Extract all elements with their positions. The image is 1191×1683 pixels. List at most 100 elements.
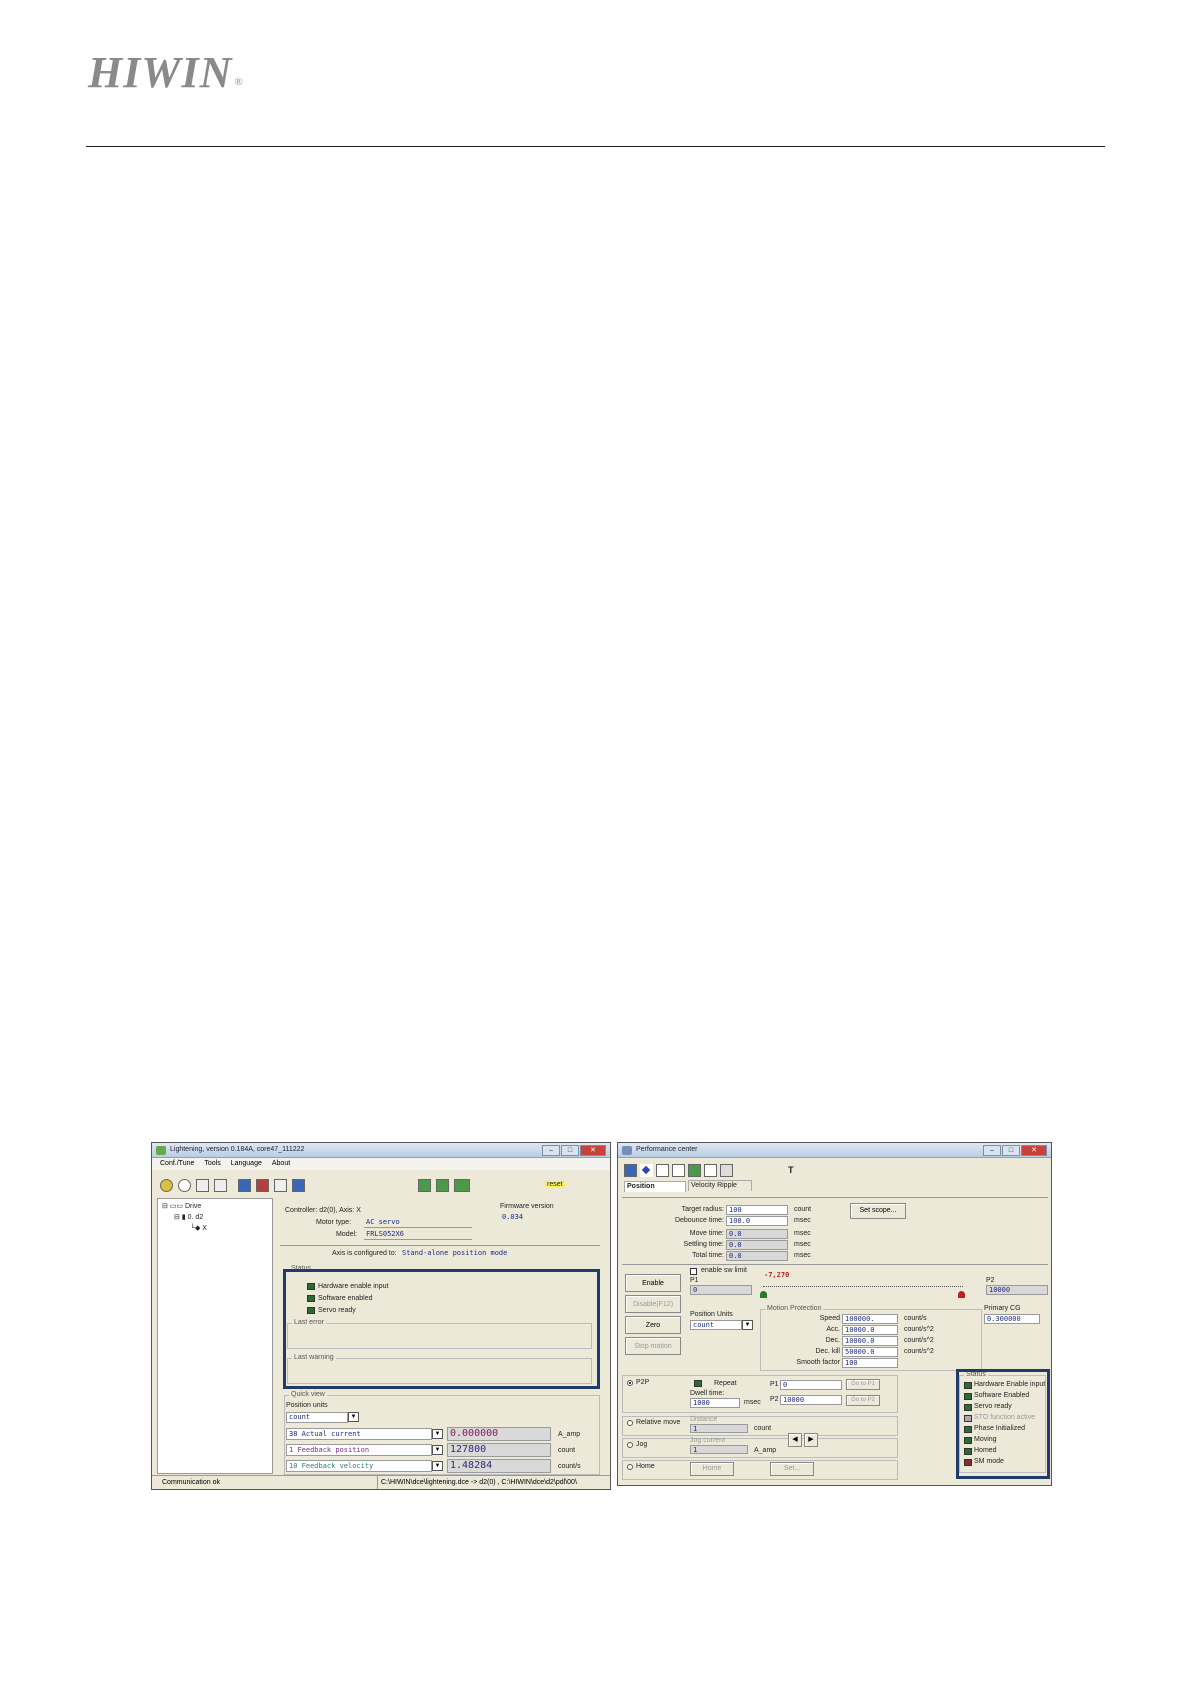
dec-label: Dec.: [825, 1337, 840, 1344]
position-units-select[interactable]: count: [690, 1320, 742, 1330]
jog-right-icon[interactable]: ▶: [804, 1433, 818, 1447]
diamond-icon[interactable]: [640, 1164, 653, 1177]
perf-app-icon: [622, 1146, 632, 1155]
io-table-icon[interactable]: [274, 1179, 287, 1192]
plane-icon[interactable]: [238, 1179, 251, 1192]
quick-row-1-select[interactable]: 38 Actual current: [286, 1428, 432, 1440]
registered-mark: ®: [234, 76, 244, 88]
primary-cg-input[interactable]: 0.300000: [984, 1314, 1040, 1324]
zero-button[interactable]: Zero: [625, 1316, 681, 1334]
quick-row-2-dropdown-icon[interactable]: ▼: [432, 1445, 443, 1455]
close-icon[interactable]: ✕: [580, 1145, 606, 1156]
menu-conf-tune[interactable]: Conf./Tune: [160, 1158, 194, 1170]
repeat-label: Repeat: [714, 1380, 737, 1387]
enable-button[interactable]: Enable: [625, 1274, 681, 1292]
distance-input[interactable]: 1: [690, 1424, 748, 1433]
set-button[interactable]: Set...: [770, 1462, 814, 1476]
position-units-dropdown-icon[interactable]: ▼: [742, 1320, 753, 1330]
position-units-label: Position units: [286, 1402, 328, 1409]
mode-p2p-radio[interactable]: [627, 1380, 633, 1386]
perf-maximize-icon[interactable]: □: [1002, 1145, 1020, 1156]
grid-icon[interactable]: [656, 1164, 669, 1177]
io-icon[interactable]: [214, 1179, 227, 1192]
mode-relative-radio[interactable]: [627, 1420, 633, 1426]
slider-value: -7,270: [764, 1271, 790, 1279]
tree-root[interactable]: ⊟ ▭▭ Drive: [162, 1202, 201, 1210]
minimize-icon[interactable]: –: [542, 1145, 560, 1156]
menu-tools[interactable]: Tools: [204, 1158, 220, 1170]
stop-motion-button[interactable]: Stop motion: [625, 1337, 681, 1355]
quick-row-3-select[interactable]: 10 Feedback velocity: [286, 1460, 432, 1472]
axes-icon[interactable]: [704, 1164, 717, 1177]
slider-left-marker-icon[interactable]: [760, 1291, 767, 1298]
curve-icon[interactable]: [672, 1164, 685, 1177]
hiwin-logo: HIWIN ®: [88, 47, 244, 98]
position-slider[interactable]: [763, 1286, 963, 1295]
home-button[interactable]: Home: [690, 1462, 734, 1476]
perf-minimize-icon[interactable]: –: [983, 1145, 1001, 1156]
quick-row-3-unit: count/s: [558, 1463, 581, 1470]
tree-leaf[interactable]: └◆ X: [190, 1224, 207, 1232]
save-flash-icon[interactable]: [436, 1179, 449, 1192]
menu-language[interactable]: Language: [231, 1158, 262, 1170]
speed-input[interactable]: 100000.: [842, 1314, 898, 1324]
position-units-select[interactable]: count: [286, 1412, 348, 1423]
panel-icon[interactable]: [720, 1164, 733, 1177]
quick-row-2-select[interactable]: 1 Feedback position: [286, 1444, 432, 1456]
chip-icon[interactable]: [256, 1179, 269, 1192]
gauge-icon[interactable]: [178, 1179, 191, 1192]
p2p-p2-input[interactable]: 10000: [780, 1395, 842, 1405]
home-group: [622, 1460, 898, 1480]
disable-button[interactable]: Disable(F12): [625, 1295, 681, 1313]
quick-row-3-dropdown-icon[interactable]: ▼: [432, 1461, 443, 1471]
circle-icon[interactable]: [688, 1164, 701, 1177]
jog-current-input[interactable]: 1: [690, 1445, 748, 1454]
dec-input[interactable]: 10000.0: [842, 1336, 898, 1346]
move-time-unit: msec: [794, 1230, 811, 1237]
tab-velocity-ripple[interactable]: Velocity Ripple: [688, 1180, 752, 1191]
tree-leaf-label: X: [202, 1225, 207, 1232]
maximize-icon[interactable]: □: [561, 1145, 579, 1156]
speed-label: Speed: [819, 1315, 840, 1322]
dec-kill-input[interactable]: 50000.0: [842, 1347, 898, 1357]
tune-icon[interactable]: [160, 1179, 173, 1192]
axis-config-label: Axis is configured to:: [332, 1250, 397, 1257]
sw-limit-checkbox[interactable]: [690, 1268, 697, 1275]
save-icon[interactable]: [292, 1179, 305, 1192]
perf-window-title: Performance center: [636, 1146, 698, 1153]
quick-view-title: Quick view: [289, 1391, 327, 1398]
position-units-dropdown-icon[interactable]: ▼: [348, 1412, 359, 1422]
go-to-p2-button[interactable]: Go to P2: [846, 1395, 880, 1406]
scope-icon[interactable]: [196, 1179, 209, 1192]
go-to-p1-button[interactable]: Go to P1: [846, 1379, 880, 1390]
position-mode-icon[interactable]: [624, 1164, 637, 1177]
menu-about[interactable]: About: [272, 1158, 290, 1170]
dwell-input[interactable]: 1000: [690, 1398, 740, 1408]
status-bar-right: C:\HIWIN\dce\lightening.dce -> d2(0) , C…: [377, 1476, 577, 1489]
text-tool-icon[interactable]: T: [788, 1165, 794, 1175]
distance-label: Distance: [690, 1416, 718, 1423]
motion-protection-title: Motion Protection: [765, 1305, 824, 1312]
tab-position[interactable]: Position: [624, 1181, 686, 1192]
acc-input[interactable]: 10000.0: [842, 1325, 898, 1335]
memory-icon[interactable]: [454, 1179, 470, 1192]
slider-right-marker-icon[interactable]: [958, 1291, 965, 1298]
mode-jog-radio[interactable]: [627, 1442, 633, 1448]
debounce-input[interactable]: 100.0: [726, 1216, 788, 1226]
reset-button[interactable]: reset: [545, 1181, 565, 1188]
jog-left-icon[interactable]: ◀: [788, 1433, 802, 1447]
load-icon[interactable]: [418, 1179, 431, 1192]
mode-home-radio[interactable]: [627, 1464, 633, 1470]
controller-info: Controller: d2(0), Axis: X: [285, 1207, 361, 1214]
p2p-p1-input[interactable]: 0: [780, 1380, 842, 1390]
p1-value: 0: [690, 1285, 752, 1295]
smooth-factor-input[interactable]: 100: [842, 1358, 898, 1368]
distance-unit: count: [754, 1425, 772, 1432]
set-scope-button[interactable]: Set scope...: [850, 1203, 906, 1219]
quick-row-1-dropdown-icon[interactable]: ▼: [432, 1429, 443, 1439]
tree-node[interactable]: ⊟ ▮ 0. d2: [174, 1213, 203, 1221]
perf-close-icon[interactable]: ✕: [1021, 1145, 1047, 1156]
perf-window-controls: – □ ✕: [982, 1145, 1047, 1156]
target-radius-input[interactable]: 100: [726, 1205, 788, 1215]
repeat-checkbox[interactable]: [694, 1380, 702, 1387]
